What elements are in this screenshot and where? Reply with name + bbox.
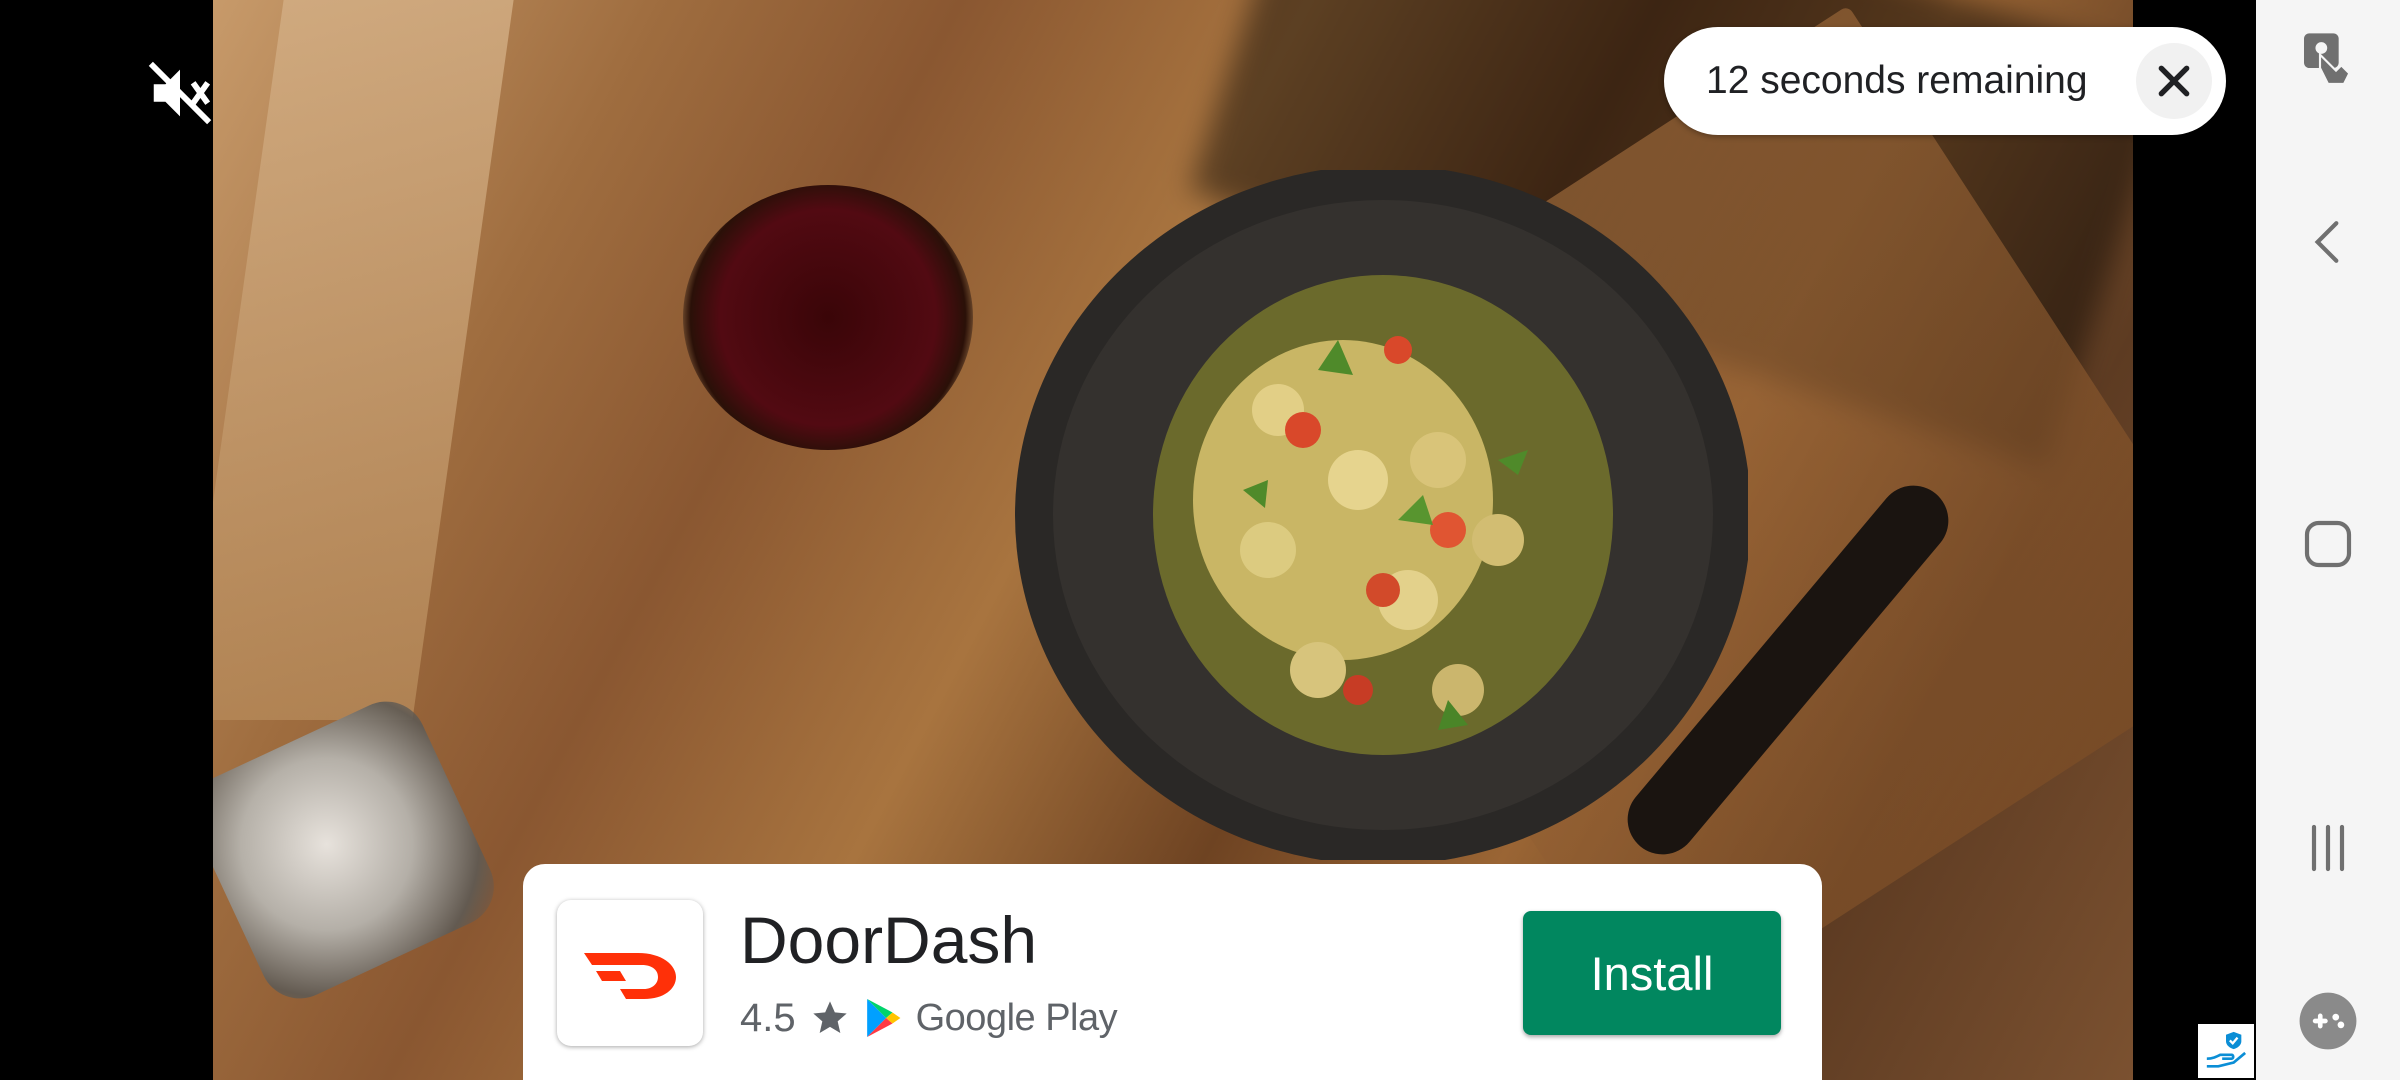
rating-value: 4.5 (740, 995, 796, 1040)
home-icon[interactable] (2256, 516, 2400, 572)
doordash-logo-icon (584, 953, 676, 999)
game-launcher-icon[interactable] (2256, 990, 2400, 1052)
app-install-card[interactable]: DoorDash 4.5 Google Play Install (523, 864, 1822, 1080)
close-button[interactable] (2136, 43, 2212, 119)
star-icon (812, 1001, 847, 1033)
video-background (213, 0, 514, 720)
navigation-bar (2256, 0, 2400, 1080)
countdown-pill: 12 seconds remaining (1664, 27, 2226, 135)
adchoices-icon[interactable] (2198, 1024, 2254, 1078)
recents-icon[interactable] (2256, 820, 2400, 876)
store-name: Google Play (915, 996, 1118, 1039)
countdown-text: 12 seconds remaining (1706, 59, 2088, 102)
back-icon[interactable] (2256, 212, 2400, 272)
touch-lock-icon[interactable] (2256, 28, 2400, 92)
app-name[interactable]: DoorDash (740, 902, 1037, 978)
volume-muted-icon[interactable] (145, 58, 215, 128)
video-shaker (213, 688, 508, 1012)
close-icon (2158, 65, 2190, 97)
rating-row: 4.5 Google Play (740, 988, 1118, 1048)
app-icon[interactable] (557, 900, 703, 1046)
video-pasta-plate (1015, 170, 1748, 860)
google-play-icon (866, 999, 901, 1037)
install-button[interactable]: Install (1523, 911, 1781, 1035)
